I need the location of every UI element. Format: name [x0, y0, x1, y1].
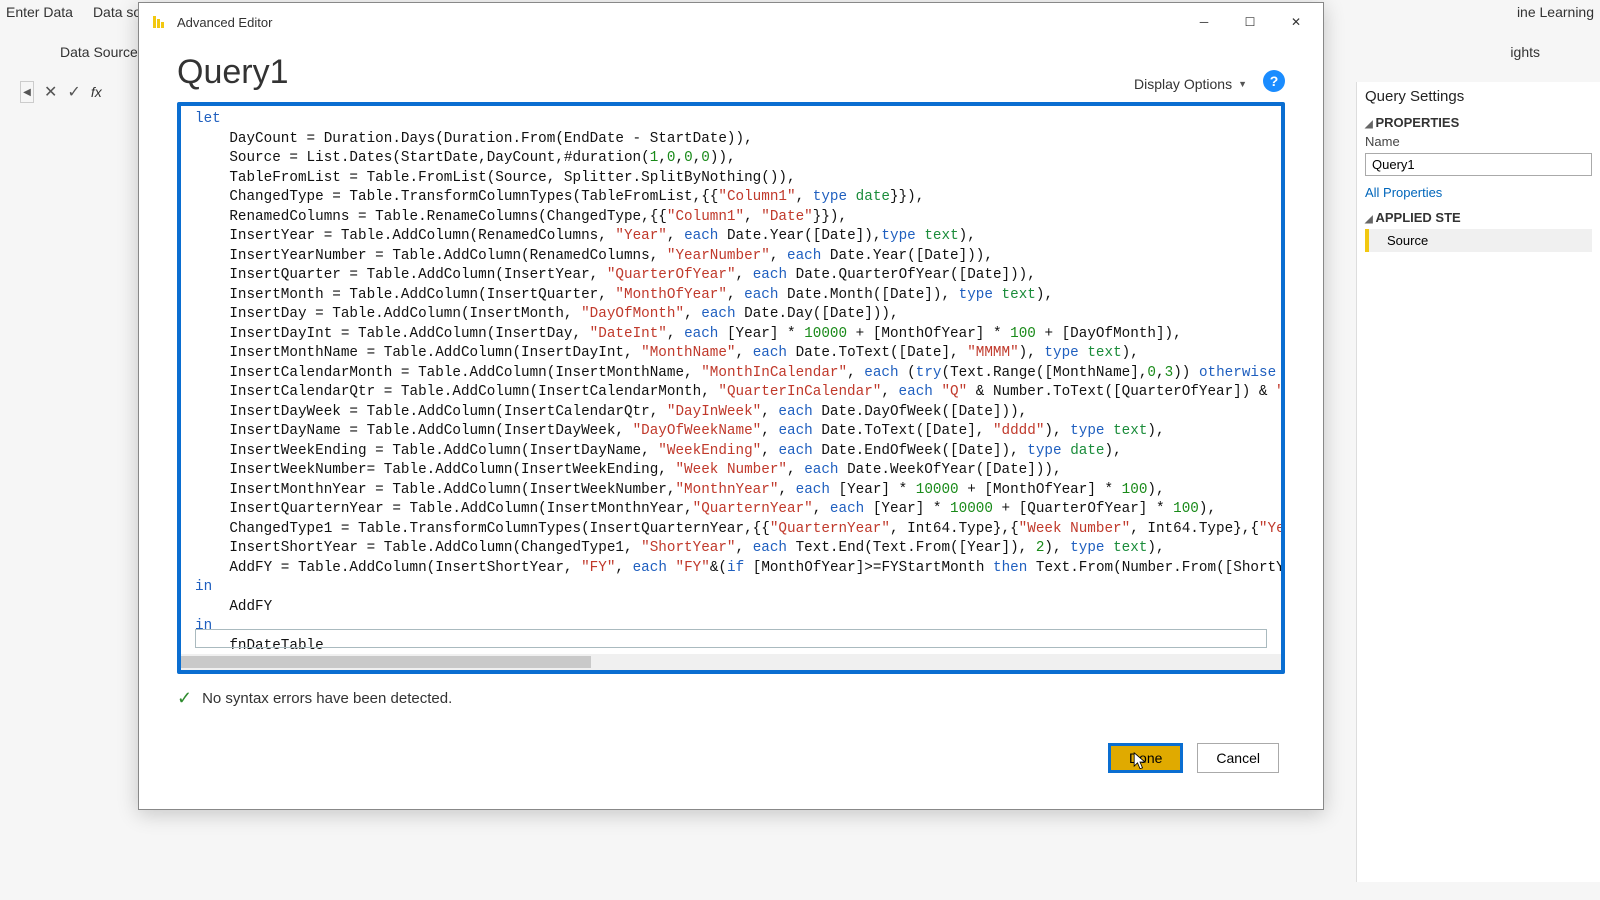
code-editor[interactable]: let DayCount = Duration.Days(Duration.Fr…: [177, 102, 1285, 674]
code-content[interactable]: let DayCount = Duration.Days(Duration.Fr…: [181, 106, 1281, 654]
tab-label: Data Source: [60, 44, 138, 60]
fx-label: fx: [91, 84, 102, 100]
maximize-button[interactable]: ☐: [1227, 6, 1273, 38]
query-name-input[interactable]: [1365, 153, 1592, 176]
collapse-chevron-icon[interactable]: ◀: [20, 81, 34, 103]
help-icon[interactable]: ?: [1263, 70, 1285, 92]
done-button[interactable]: Done: [1108, 743, 1183, 773]
syntax-status: ✓ No syntax errors have been detected.: [177, 688, 1285, 709]
cancel-button[interactable]: Cancel: [1197, 743, 1279, 773]
check-icon: ✓: [177, 688, 192, 709]
query-settings-panel: Query Settings PROPERTIES Name All Prope…: [1356, 82, 1600, 882]
tab-label: ights: [1510, 44, 1540, 60]
applied-step-source[interactable]: Source: [1365, 229, 1592, 252]
section-steps: APPLIED STE: [1365, 210, 1592, 225]
window-title: Advanced Editor: [177, 15, 1181, 30]
advanced-editor-dialog: Advanced Editor ─ ☐ ✕ Query1 Display Opt…: [138, 2, 1324, 810]
panel-title: Query Settings: [1365, 88, 1592, 105]
horizontal-scrollbar[interactable]: [181, 654, 1281, 670]
cancel-icon[interactable]: ✕: [44, 82, 57, 102]
display-options-dropdown[interactable]: Display Options▼: [1134, 76, 1247, 92]
commit-icon[interactable]: ✓: [67, 82, 80, 102]
all-properties-link[interactable]: All Properties: [1365, 185, 1442, 200]
app-icon: [151, 14, 167, 30]
name-label: Name: [1365, 134, 1592, 149]
query-title: Query1: [177, 53, 1134, 92]
ribbon-item[interactable]: ine Learning: [1517, 4, 1594, 21]
ribbon-item[interactable]: Enter Data: [6, 4, 73, 21]
chevron-down-icon: ▼: [1238, 79, 1247, 89]
close-button[interactable]: ✕: [1273, 6, 1319, 38]
minimize-button[interactable]: ─: [1181, 6, 1227, 38]
titlebar: Advanced Editor ─ ☐ ✕: [139, 3, 1323, 41]
section-properties: PROPERTIES: [1365, 115, 1592, 130]
